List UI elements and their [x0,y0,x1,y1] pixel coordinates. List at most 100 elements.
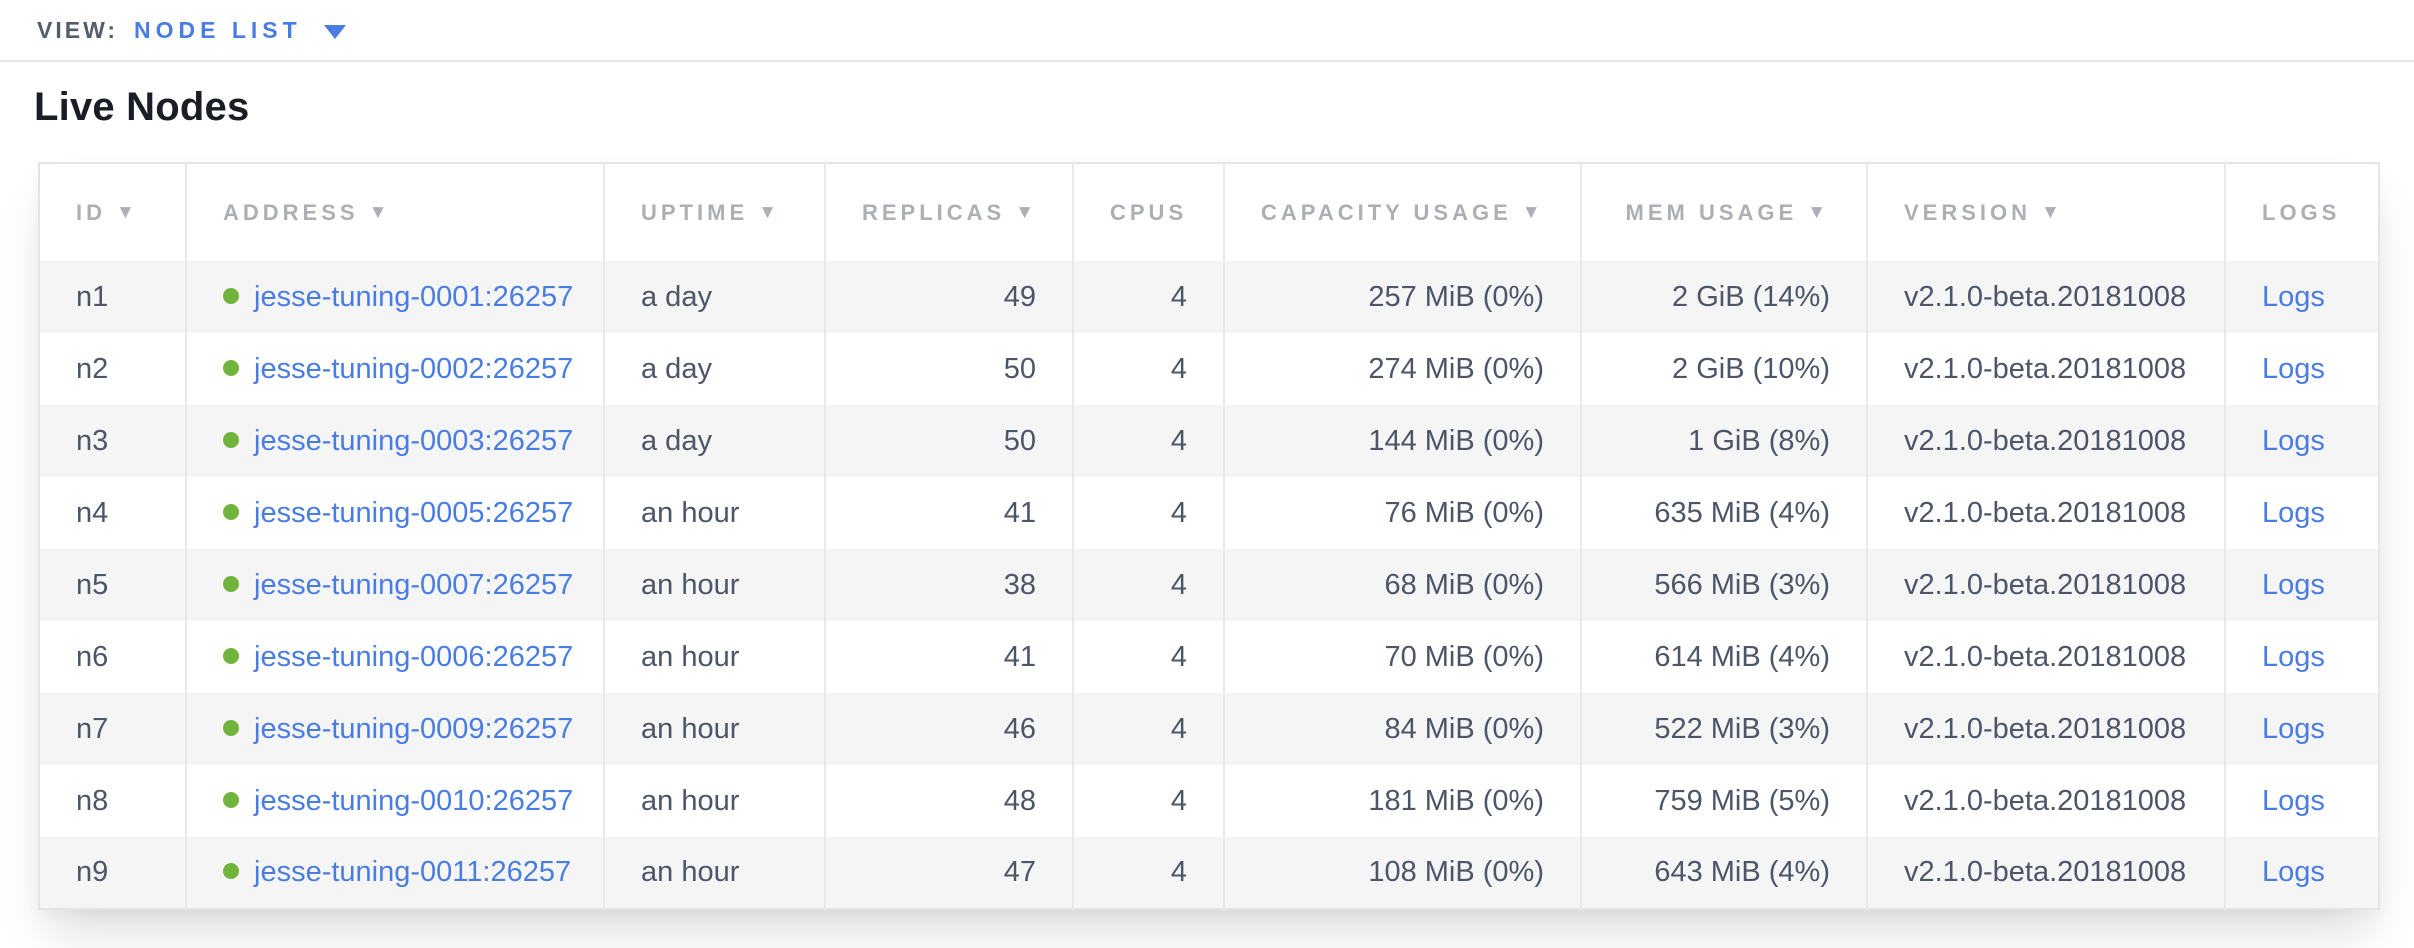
capacity-cell: 108 MiB (0%) [1224,837,1581,909]
capacity-cell: 76 MiB (0%) [1224,477,1581,549]
replicas-cell: 47 [825,837,1073,909]
uptime-cell: a day [604,333,825,405]
dropdown-caret-icon [324,25,346,39]
sort-arrow-icon: ▼ [369,202,392,223]
address-cell: jesse-tuning-0009:26257 [186,693,604,765]
logs-link[interactable]: Logs [2262,785,2325,817]
capacity-cell: 274 MiB (0%) [1224,333,1581,405]
logs-cell: Logs [2225,477,2379,549]
address-link[interactable]: jesse-tuning-0003:26257 [254,425,573,457]
column-header-cpus: CPUS [1073,163,1224,261]
uptime-cell: an hour [604,693,825,765]
table-row: n9jesse-tuning-0011:26257an hour474108 M… [39,837,2379,909]
address-cell: jesse-tuning-0002:26257 [186,333,604,405]
mem-cell: 643 MiB (4%) [1581,837,1867,909]
id-cell: n3 [39,405,186,477]
sort-arrow-icon: ▼ [2041,202,2064,223]
logs-cell: Logs [2225,549,2379,621]
uptime-cell: an hour [604,477,825,549]
address-cell: jesse-tuning-0006:26257 [186,621,604,693]
table-row: n2jesse-tuning-0002:26257a day504274 MiB… [39,333,2379,405]
table-header: ID▼ADDRESS▼UPTIME▼REPLICAS▼CPUSCAPACITY … [39,163,2379,261]
address-cell: jesse-tuning-0007:26257 [186,549,604,621]
version-cell: v2.1.0-beta.20181008 [1867,837,2225,909]
uptime-cell: an hour [604,837,825,909]
table-row: n1jesse-tuning-0001:26257a day494257 MiB… [39,261,2379,333]
version-cell: v2.1.0-beta.20181008 [1867,621,2225,693]
id-cell: n4 [39,477,186,549]
capacity-cell: 84 MiB (0%) [1224,693,1581,765]
uptime-cell: an hour [604,765,825,837]
id-cell: n1 [39,261,186,333]
mem-cell: 522 MiB (3%) [1581,693,1867,765]
logs-link[interactable]: Logs [2262,353,2325,385]
cpus-cell: 4 [1073,693,1224,765]
logs-link[interactable]: Logs [2262,569,2325,601]
address-cell: jesse-tuning-0003:26257 [186,405,604,477]
mem-cell: 1 GiB (8%) [1581,405,1867,477]
column-header-uptime[interactable]: UPTIME ▼ [604,163,825,261]
address-link[interactable]: jesse-tuning-0002:26257 [254,353,573,385]
live-status-dot-icon [223,288,239,304]
view-selector-dropdown[interactable]: NODE LIST [134,17,346,44]
sort-arrow-icon: ▼ [758,202,781,223]
live-status-dot-icon [223,504,239,520]
logs-cell: Logs [2225,621,2379,693]
live-status-dot-icon [223,648,239,664]
mem-cell: 614 MiB (4%) [1581,621,1867,693]
logs-link[interactable]: Logs [2262,497,2325,529]
column-header-label: VERSION [1904,200,2031,225]
logs-link[interactable]: Logs [2262,641,2325,673]
column-header-id[interactable]: ID ▼ [39,163,186,261]
version-cell: v2.1.0-beta.20181008 [1867,477,2225,549]
capacity-cell: 257 MiB (0%) [1224,261,1581,333]
cpus-cell: 4 [1073,477,1224,549]
table-row: n5jesse-tuning-0007:26257an hour38468 Mi… [39,549,2379,621]
sort-arrow-icon: ▼ [116,202,139,223]
logs-cell: Logs [2225,261,2379,333]
column-header-capacity[interactable]: CAPACITY USAGE ▼ [1224,163,1581,261]
address-link[interactable]: jesse-tuning-0011:26257 [254,856,571,888]
column-header-mem[interactable]: MEM USAGE ▼ [1581,163,1867,261]
column-header-label: UPTIME [641,200,748,225]
logs-link[interactable]: Logs [2262,713,2325,745]
mem-cell: 635 MiB (4%) [1581,477,1867,549]
address-cell: jesse-tuning-0010:26257 [186,765,604,837]
cpus-cell: 4 [1073,621,1224,693]
mem-cell: 2 GiB (10%) [1581,333,1867,405]
column-header-label: ID [76,200,106,225]
live-status-dot-icon [223,863,239,879]
capacity-cell: 144 MiB (0%) [1224,405,1581,477]
mem-cell: 2 GiB (14%) [1581,261,1867,333]
logs-link[interactable]: Logs [2262,425,2325,457]
id-cell: n5 [39,549,186,621]
logs-link[interactable]: Logs [2262,856,2325,888]
column-header-address[interactable]: ADDRESS▼ [186,163,604,261]
logs-cell: Logs [2225,333,2379,405]
logs-link[interactable]: Logs [2262,281,2325,313]
version-cell: v2.1.0-beta.20181008 [1867,693,2225,765]
live-status-dot-icon [223,360,239,376]
replicas-cell: 50 [825,405,1073,477]
page-title: Live Nodes [34,84,2414,130]
column-header-version[interactable]: VERSION ▼ [1867,163,2225,261]
sort-arrow-icon: ▼ [1807,202,1830,223]
column-header-label: MEM USAGE [1626,200,1798,225]
column-header-label: CAPACITY USAGE [1261,200,1512,225]
sort-arrow-icon: ▼ [1522,202,1545,223]
address-cell: jesse-tuning-0005:26257 [186,477,604,549]
version-cell: v2.1.0-beta.20181008 [1867,261,2225,333]
address-link[interactable]: jesse-tuning-0010:26257 [254,785,573,817]
column-header-replicas[interactable]: REPLICAS▼ [825,163,1073,261]
live-status-dot-icon [223,576,239,592]
capacity-cell: 70 MiB (0%) [1224,621,1581,693]
uptime-cell: an hour [604,549,825,621]
logs-cell: Logs [2225,837,2379,909]
address-link[interactable]: jesse-tuning-0007:26257 [254,569,573,601]
sort-arrow-icon: ▼ [1015,202,1038,223]
address-link[interactable]: jesse-tuning-0009:26257 [254,713,573,745]
address-link[interactable]: jesse-tuning-0005:26257 [254,497,573,529]
address-link[interactable]: jesse-tuning-0006:26257 [254,641,573,673]
logs-cell: Logs [2225,765,2379,837]
address-link[interactable]: jesse-tuning-0001:26257 [254,281,573,313]
